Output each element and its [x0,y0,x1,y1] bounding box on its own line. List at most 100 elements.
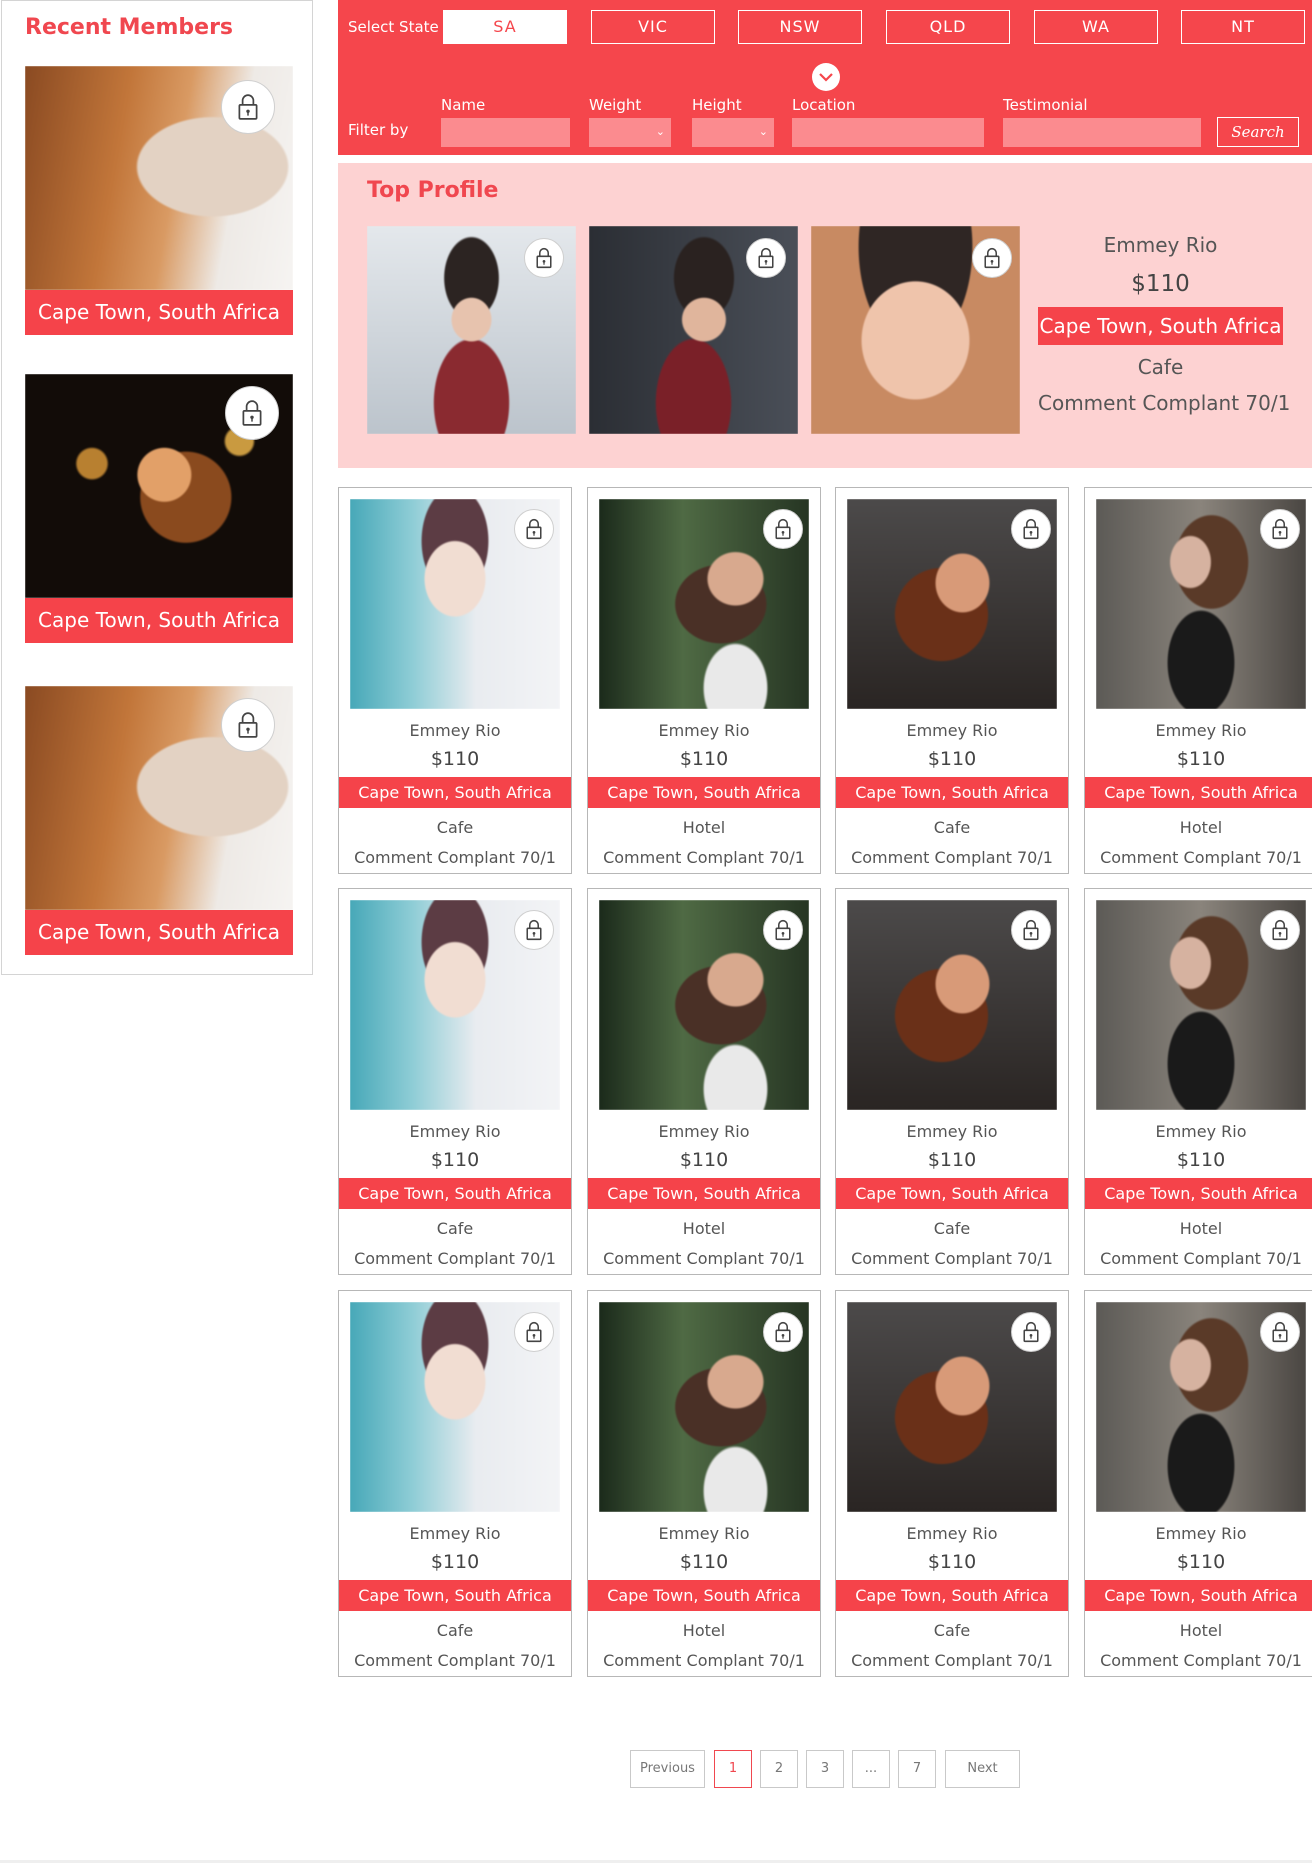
profile-card[interactable]: Emmey Rio $110 Cape Town, South Africa Hote… [1084,487,1312,874]
profile-photo[interactable] [350,900,560,1110]
profile-card[interactable]: Emmey Rio $110 Cape Town, South Africa Cafe… [835,487,1069,874]
profile-photo[interactable] [847,499,1057,709]
profile-photo[interactable] [847,1302,1057,1512]
lock-icon[interactable] [763,1312,803,1352]
chevron-down-icon: ⌄ [655,125,665,138]
state-button-nsw[interactable]: NSW [738,10,862,44]
profile-photo[interactable] [350,499,560,709]
member-location: Cape Town, South Africa [25,598,293,643]
profile-name[interactable]: Emmey Rio [1085,1524,1312,1543]
profile-name[interactable]: Emmey Rio [339,1524,571,1543]
page-button-3[interactable]: 3 [806,1750,844,1788]
recent-member-card[interactable]: Cape Town, South Africa [25,686,293,955]
previous-page-button[interactable]: Previous [630,1750,705,1788]
member-photo[interactable] [25,374,293,598]
location-input[interactable] [792,118,984,147]
page-button-2[interactable]: 2 [760,1750,798,1788]
profile-location: Cape Town, South Africa [588,1580,820,1611]
profile-location: Cape Town, South Africa [1085,777,1312,808]
member-photo[interactable] [25,66,293,290]
profile-photo[interactable] [1096,1302,1306,1512]
top-profile-name[interactable]: Emmey Rio [1038,233,1283,257]
profile-price: $110 [927,1551,977,1573]
member-photo[interactable] [25,686,293,910]
profile-photo[interactable] [599,900,809,1110]
testimonial-label: Testimonial [1003,96,1088,114]
profile-card[interactable]: Emmey Rio $110 Cape Town, South Africa Cafe… [835,1290,1069,1677]
profile-name[interactable]: Emmey Rio [588,1122,820,1141]
lock-icon[interactable] [1260,1312,1300,1352]
lock-icon[interactable] [1260,910,1300,950]
lock-icon[interactable] [514,1312,554,1352]
lock-icon[interactable] [1011,509,1051,549]
lock-icon[interactable] [514,509,554,549]
profile-comment: Comment Complant 70/1 [851,848,1053,867]
profile-name[interactable]: Emmey Rio [339,1122,571,1141]
profile-comment: Comment Complant 70/1 [354,848,556,867]
state-button-wa[interactable]: WA [1034,10,1158,44]
top-profile-photo[interactable] [589,226,798,434]
page-button-1[interactable]: 1 [714,1750,752,1788]
profile-price: $110 [927,1149,977,1171]
profile-venue: Cafe [436,818,474,837]
top-profile-photo[interactable] [367,226,576,434]
profile-card[interactable]: Emmey Rio $110 Cape Town, South Africa Cafe… [338,888,572,1275]
filter-toggle-button[interactable] [812,63,840,91]
height-label: Height [692,96,742,114]
profile-card[interactable]: Emmey Rio $110 Cape Town, South Africa Cafe… [338,487,572,874]
profile-name[interactable]: Emmey Rio [1085,721,1312,740]
recent-member-card[interactable]: Cape Town, South Africa [25,66,293,335]
profile-comment: Comment Complant 70/1 [354,1651,556,1670]
profile-photo[interactable] [847,900,1057,1110]
profile-photo[interactable] [350,1302,560,1512]
profile-comment: Comment Complant 70/1 [603,1651,805,1670]
profile-card[interactable]: Emmey Rio $110 Cape Town, South Africa Cafe… [338,1290,572,1677]
lock-icon[interactable] [225,386,279,440]
profile-photo[interactable] [599,1302,809,1512]
profile-photo[interactable] [1096,900,1306,1110]
height-select[interactable]: ⌄ [692,118,774,147]
profile-price: $110 [430,748,480,770]
lock-icon[interactable] [221,80,275,134]
profile-name[interactable]: Emmey Rio [1085,1122,1312,1141]
page-button-7[interactable]: 7 [898,1750,936,1788]
profile-name[interactable]: Emmey Rio [836,1122,1068,1141]
profile-name[interactable]: Emmey Rio [339,721,571,740]
top-profile-photo[interactable] [811,226,1020,434]
state-button-sa[interactable]: SA [443,10,567,44]
profile-name[interactable]: Emmey Rio [588,1524,820,1543]
lock-icon[interactable] [1260,509,1300,549]
profile-card[interactable]: Emmey Rio $110 Cape Town, South Africa Hote… [587,1290,821,1677]
name-input[interactable] [441,118,570,147]
search-button[interactable]: Search [1217,117,1299,147]
lock-icon[interactable] [1011,1312,1051,1352]
profile-card[interactable]: Emmey Rio $110 Cape Town, South Africa Hote… [1084,888,1312,1275]
weight-select[interactable]: ⌄ [589,118,671,147]
state-button-nt[interactable]: NT [1181,10,1305,44]
profile-card[interactable]: Emmey Rio $110 Cape Town, South Africa Cafe… [835,888,1069,1275]
state-button-qld[interactable]: QLD [886,10,1010,44]
lock-icon[interactable] [221,698,275,752]
recent-member-card[interactable]: Cape Town, South Africa [25,374,293,643]
profile-card[interactable]: Emmey Rio $110 Cape Town, South Africa Hote… [587,487,821,874]
profile-name[interactable]: Emmey Rio [836,721,1068,740]
profile-card[interactable]: Emmey Rio $110 Cape Town, South Africa Hote… [587,888,821,1275]
next-page-button[interactable]: Next [945,1750,1020,1788]
profile-card[interactable]: Emmey Rio $110 Cape Town, South Africa Hote… [1084,1290,1312,1677]
lock-icon[interactable] [524,238,564,278]
profile-photo[interactable] [1096,499,1306,709]
testimonial-input[interactable] [1003,118,1201,147]
lock-icon[interactable] [1011,910,1051,950]
profile-name[interactable]: Emmey Rio [836,1524,1068,1543]
filter-by-label: Filter by [348,121,409,139]
profile-name[interactable]: Emmey Rio [588,721,820,740]
state-button-vic[interactable]: VIC [591,10,715,44]
lock-icon[interactable] [514,910,554,950]
profile-photo[interactable] [599,499,809,709]
weight-label: Weight [589,96,642,114]
lock-icon[interactable] [972,238,1012,278]
lock-icon[interactable] [746,238,786,278]
lock-icon[interactable] [763,509,803,549]
lock-icon[interactable] [763,910,803,950]
chevron-down-icon [819,72,833,82]
